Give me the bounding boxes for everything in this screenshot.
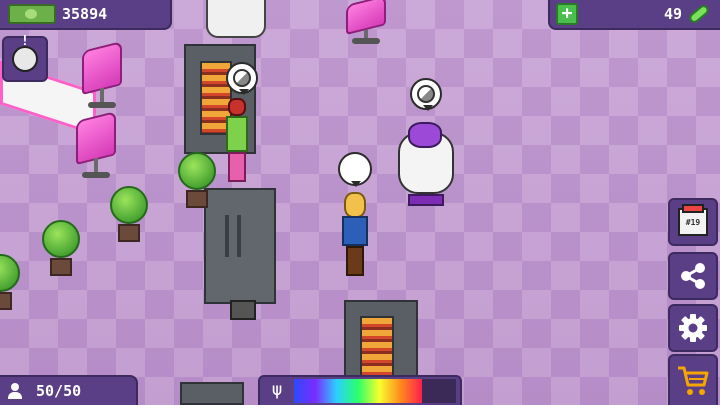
energy-value: 49 bbox=[663, 5, 682, 23]
potted-plant[interactable] bbox=[110, 186, 148, 242]
battery-icon bbox=[687, 3, 711, 25]
population-value: 50/50 bbox=[36, 382, 82, 400]
population-counter[interactable]: 50/50 bbox=[0, 375, 138, 405]
money-value: 35894 bbox=[62, 5, 108, 23]
mood-meter[interactable]: ψ bbox=[258, 375, 462, 405]
pink-office-chair[interactable] bbox=[82, 41, 122, 110]
mood-bar-fill bbox=[294, 379, 422, 403]
calendar-button[interactable]: #19 bbox=[668, 198, 718, 246]
gear-icon bbox=[679, 314, 707, 342]
pink-office-chair[interactable] bbox=[346, 0, 386, 46]
alert-visitor-icon bbox=[12, 34, 38, 72]
white-robot-machine[interactable] bbox=[206, 0, 266, 38]
visitor-alert-button[interactable] bbox=[2, 34, 48, 82]
plus-icon[interactable]: + bbox=[556, 3, 578, 25]
shop-button[interactable] bbox=[668, 354, 718, 405]
status-bubble[interactable] bbox=[226, 62, 258, 95]
cash-stack-icon bbox=[8, 4, 56, 24]
calendar-icon: #19 bbox=[678, 204, 708, 236]
vending-machine[interactable] bbox=[180, 382, 244, 405]
potted-plant[interactable] bbox=[42, 220, 80, 276]
unhappy-face-bubble[interactable] bbox=[338, 152, 372, 187]
mood-bar bbox=[294, 379, 456, 403]
potted-plant[interactable] bbox=[0, 254, 20, 310]
share-button[interactable] bbox=[668, 252, 718, 300]
potted-plant[interactable] bbox=[178, 152, 216, 208]
visitor-behind-locker[interactable] bbox=[226, 300, 260, 322]
share-icon bbox=[681, 263, 705, 289]
settings-button[interactable] bbox=[668, 304, 718, 352]
person-icon bbox=[8, 383, 22, 399]
status-bubble[interactable] bbox=[410, 78, 442, 111]
visitor-red-hair[interactable] bbox=[222, 98, 252, 186]
player-blonde-girl[interactable] bbox=[336, 192, 374, 278]
energy-counter[interactable]: + 49 bbox=[548, 0, 720, 30]
pink-office-chair[interactable] bbox=[76, 111, 116, 180]
shopping-cart-icon bbox=[678, 366, 709, 395]
purple-alien-visitor[interactable] bbox=[388, 122, 458, 208]
money-counter[interactable]: 35894 bbox=[0, 0, 172, 30]
cheer-icon: ψ bbox=[271, 379, 283, 400]
